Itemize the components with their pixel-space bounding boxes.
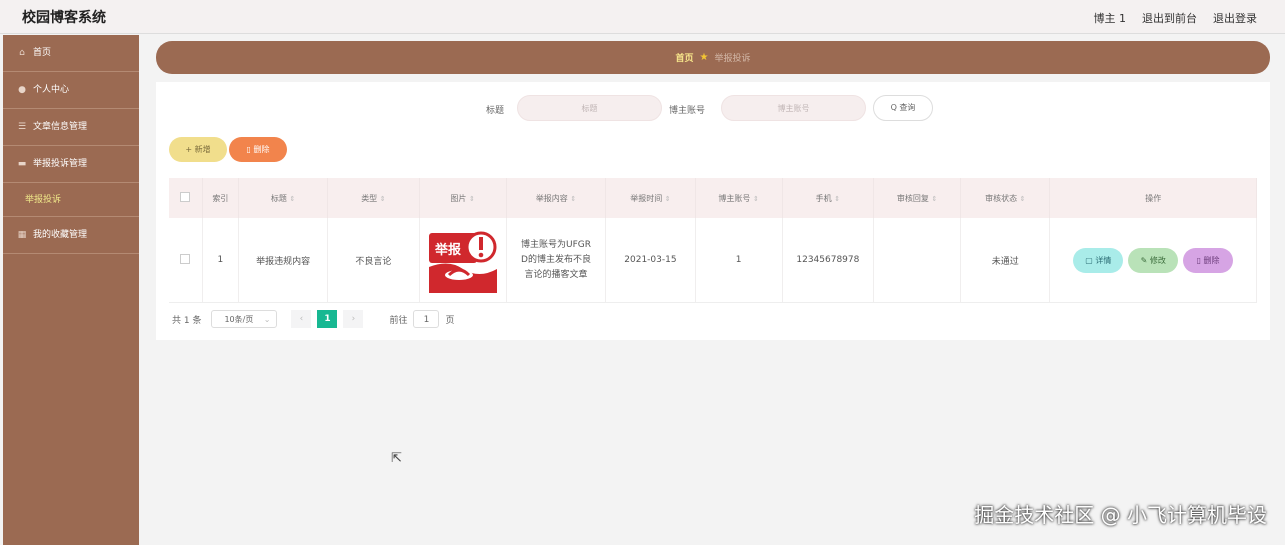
col-header[interactable]: 类型 ⇕ bbox=[327, 178, 420, 218]
goto-suffix: 页 bbox=[445, 315, 455, 326]
home-icon: ⌂ bbox=[19, 47, 25, 58]
report-image-text: 举报 bbox=[434, 242, 462, 258]
title-label: 标题 bbox=[486, 106, 505, 116]
breadcrumb-current: 举报投诉 bbox=[714, 54, 751, 64]
app-title: 校园博客系统 bbox=[22, 10, 106, 26]
pencil-icon: ✎ bbox=[1140, 255, 1148, 265]
mouse-cursor-icon: ⇱ bbox=[391, 451, 402, 466]
cell-account: 1 bbox=[695, 218, 783, 303]
table-header-row: 索引 标题 ⇕ 类型 ⇕ 图片 ⇕ 举报内容 ⇕ 举报时间 ⇕ 博主账号 ⇕ 手… bbox=[169, 178, 1257, 218]
breadcrumb: 首页 ★ 举报投诉 bbox=[156, 41, 1270, 74]
col-header[interactable]: 图片 ⇕ bbox=[419, 178, 507, 218]
doc-icon: ▢ bbox=[1085, 255, 1093, 265]
col-header[interactable]: 举报内容 ⇕ bbox=[506, 178, 607, 218]
goto-page-input[interactable]: 1 bbox=[413, 310, 440, 328]
delete-button-label: 删除 bbox=[253, 145, 270, 154]
sort-icon: ⇕ bbox=[834, 194, 841, 203]
sort-icon: ⇕ bbox=[664, 194, 671, 203]
report-image: 举报 bbox=[428, 224, 497, 293]
sidebar-item-label: 我的收藏管理 bbox=[33, 229, 88, 240]
trash-icon: ▯ bbox=[1196, 255, 1201, 265]
list-icon: ☰ bbox=[17, 121, 27, 132]
sort-icon: ⇕ bbox=[931, 194, 938, 203]
query-button[interactable]: Q 查询 bbox=[873, 95, 933, 121]
page-number-current[interactable]: 1 bbox=[317, 310, 338, 328]
user-icon: ● bbox=[18, 84, 26, 95]
sidebar-item-label: 个人中心 bbox=[33, 84, 70, 95]
cell-phone: 12345678978 bbox=[782, 218, 875, 303]
col-header[interactable]: 手机 ⇕ bbox=[782, 178, 875, 218]
col-header[interactable]: 举报时间 ⇕ bbox=[605, 178, 696, 218]
sort-icon: ⇕ bbox=[468, 194, 475, 203]
search-form: 标题 标题 博主账号 博主账号 Q 查询 bbox=[156, 95, 1270, 123]
chevron-down-icon: ⌄ bbox=[263, 315, 271, 324]
cell-type: 不良言论 bbox=[327, 218, 420, 303]
col-header[interactable]: 审核状态 ⇕ bbox=[960, 178, 1051, 218]
sidebar: ⌂ 首页 ● 个人中心 ☰ 文章信息管理 ▬ 举报投诉管理 举报投诉 ▦ 我的收… bbox=[3, 35, 139, 545]
page-size-select[interactable]: 10条/页 ⌄ bbox=[211, 310, 278, 328]
sidebar-subitem-report[interactable]: 举报投诉 bbox=[3, 183, 139, 217]
cell-content: 博主账号为UFGRD的博主发布不良言论的播客文章 bbox=[506, 218, 607, 303]
top-actions: 博主 1 退出到前台 退出登录 bbox=[1094, 10, 1258, 26]
col-header[interactable]: 博主账号 ⇕ bbox=[695, 178, 783, 218]
cell-title: 举报违规内容 bbox=[238, 218, 329, 303]
add-button[interactable]: + 新增 bbox=[169, 137, 227, 162]
cell-reply bbox=[873, 218, 962, 303]
top-bar: 校园博客系统 博主 1 退出到前台 退出登录 bbox=[0, 0, 1285, 34]
sidebar-item-articles[interactable]: ☰ 文章信息管理 bbox=[3, 109, 139, 146]
cell-actions: ▢ 详情 ✎ 修改 ▯ 删除 bbox=[1049, 218, 1257, 303]
pagination: 共 1 条 10条/页 ⌄ ‹ 1 › 前往 1 页 bbox=[172, 310, 454, 328]
star-icon: ★ bbox=[699, 52, 709, 63]
col-header: 操作 bbox=[1049, 178, 1257, 218]
row-delete-button[interactable]: ▯ 删除 bbox=[1183, 247, 1234, 273]
trash-icon: ▯ bbox=[246, 145, 251, 154]
next-page-button[interactable]: › bbox=[343, 310, 364, 328]
title-input[interactable]: 标题 bbox=[517, 95, 662, 121]
sidebar-item-label: 文章信息管理 bbox=[33, 121, 88, 132]
watermark: 掘金技术社区 @ 小飞计算机毕设 bbox=[974, 503, 1267, 527]
delete-button[interactable]: ▯ 删除 bbox=[229, 137, 287, 162]
cell-time: 2021-03-15 bbox=[605, 218, 696, 303]
cell-image: 举报 bbox=[419, 218, 507, 303]
sort-icon: ⇕ bbox=[1019, 194, 1026, 203]
sort-icon: ⇕ bbox=[752, 194, 759, 203]
account-label: 博主账号 bbox=[669, 106, 706, 116]
sort-icon: ⇕ bbox=[289, 194, 296, 203]
col-header[interactable]: 标题 ⇕ bbox=[238, 178, 329, 218]
logout-link[interactable]: 退出登录 bbox=[1213, 10, 1257, 26]
cell-status: 未通过 bbox=[960, 218, 1051, 303]
grid-icon: ▦ bbox=[17, 229, 27, 240]
exit-front-link[interactable]: 退出到前台 bbox=[1142, 10, 1197, 26]
cell-index: 1 bbox=[202, 218, 240, 303]
prev-page-button[interactable]: ‹ bbox=[291, 310, 312, 328]
table-row: 1 举报违规内容 不良言论 举报 博主账号为UFGRD的博主发布不良言论的播客文… bbox=[169, 218, 1257, 303]
user-name: 博主 1 bbox=[1093, 12, 1127, 25]
breadcrumb-home[interactable]: 首页 bbox=[676, 51, 694, 64]
data-table: 索引 标题 ⇕ 类型 ⇕ 图片 ⇕ 举报内容 ⇕ 举报时间 ⇕ 博主账号 ⇕ 手… bbox=[169, 178, 1257, 303]
edit-button[interactable]: ✎ 修改 bbox=[1128, 247, 1179, 273]
folder-icon: ▬ bbox=[17, 158, 27, 169]
account-input[interactable]: 博主账号 bbox=[721, 95, 866, 121]
col-header: 索引 bbox=[202, 178, 240, 218]
sidebar-item-favorites[interactable]: ▦ 我的收藏管理 bbox=[3, 217, 139, 254]
detail-button[interactable]: ▢ 详情 bbox=[1073, 247, 1124, 273]
col-header[interactable]: 审核回复 ⇕ bbox=[873, 178, 962, 218]
content-panel: 标题 标题 博主账号 博主账号 Q 查询 + 新增 ▯ 删除 索引 标题 ⇕ 类… bbox=[156, 82, 1270, 340]
sidebar-item-personal[interactable]: ● 个人中心 bbox=[3, 72, 139, 109]
select-all-checkbox[interactable] bbox=[169, 178, 203, 218]
sort-icon: ⇕ bbox=[570, 194, 577, 203]
sidebar-item-home[interactable]: ⌂ 首页 bbox=[3, 35, 139, 72]
goto-prefix: 前往 bbox=[389, 315, 408, 326]
sort-icon: ⇕ bbox=[379, 194, 386, 203]
row-checkbox[interactable] bbox=[169, 218, 203, 303]
sidebar-item-label: 首页 bbox=[33, 47, 52, 58]
pager-total: 共 1 条 bbox=[172, 315, 202, 326]
sidebar-item-label: 举报投诉管理 bbox=[33, 158, 88, 169]
sidebar-item-reports[interactable]: ▬ 举报投诉管理 bbox=[3, 146, 139, 183]
